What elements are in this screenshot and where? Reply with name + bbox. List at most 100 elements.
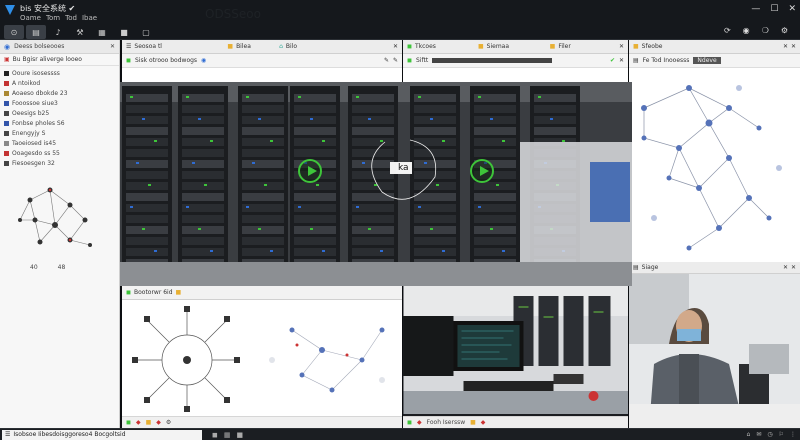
app-logo-icon [5, 5, 15, 15]
folder-icon: ■ [549, 43, 556, 50]
folder-icon: ■ [227, 43, 234, 50]
panel-title: Seosoa tl [134, 43, 162, 50]
status-search[interactable]: ☰ Isobsoe Iibesdoisggoreso4 Bocgoltsid [2, 429, 202, 440]
flag-icon[interactable]: ⚐ [779, 431, 784, 438]
maximize-icon[interactable]: ☐ [770, 4, 778, 14]
device-label: Taoeiosed is45 [12, 139, 57, 147]
panel-tab[interactable]: Siemaa [487, 43, 547, 50]
close-icon[interactable]: ✕ [110, 43, 115, 50]
device-list-item[interactable]: Ooure isosessss [4, 68, 115, 78]
minimize-icon[interactable]: — [751, 4, 760, 14]
camera-icon[interactable]: ◼ [212, 431, 218, 439]
device-status-icon [4, 130, 9, 136]
home-icon[interactable]: ⌂ [747, 431, 751, 438]
devices-sidebar: ◉ Deess bolseooes ✕ ▣ Bu Bgisr aliverge … [0, 40, 120, 428]
panel-title: Tkcoes [414, 43, 436, 50]
footer-value: 40 [30, 264, 38, 271]
panel-tab[interactable]: Ndeve [693, 57, 721, 64]
window-controls: — ☐ ✕ [751, 4, 796, 14]
device-list-item[interactable]: Ooagesdo ss 55 [4, 148, 115, 158]
camera-panel-5: ◼ ◆ Fooh Iserssw ■ ◆ [403, 286, 628, 428]
main-toolbar: ⊙ ▤ ♪ ⚒ ▦ ■ ▢ [0, 24, 156, 40]
window-icon[interactable]: ▢ [136, 25, 156, 39]
folder-icon[interactable]: ■ [146, 419, 152, 426]
camera-icon[interactable]: ◼ [407, 419, 412, 426]
folder-icon[interactable]: ■ [470, 419, 476, 426]
overlay-label: ka [396, 163, 411, 173]
panel-subheader: ◼ Siftt ✔ ✕ [403, 54, 628, 68]
alert-icon[interactable]: ◆ [417, 419, 422, 426]
alert-icon[interactable]: ◆ [156, 419, 161, 426]
folder-icon[interactable]: ■ [114, 25, 134, 39]
topology-panel: ■ Sfeobe ✕ ✕ ▤ Fe Tod Inooesss Ndeve [629, 40, 800, 262]
menu-item[interactable]: Tom [46, 14, 60, 22]
panel-tab[interactable]: Bilea [236, 43, 276, 50]
play-button[interactable] [298, 159, 322, 183]
mic-icon[interactable]: ♪ [48, 25, 68, 39]
close-icon[interactable]: ✕ [788, 4, 796, 14]
close-icon[interactable]: ✕ [791, 264, 796, 271]
grid-icon[interactable]: ▦ [92, 25, 112, 39]
menu-item[interactable]: Tod [65, 14, 77, 22]
alert-icon[interactable]: ◆ [481, 419, 486, 426]
settings-icon[interactable]: ⚙ [781, 26, 788, 35]
grid-icon[interactable]: ▦ [224, 431, 231, 439]
device-list-item[interactable]: A ntoikod [4, 78, 115, 88]
menu-item[interactable]: Ibae [82, 14, 97, 22]
pin-icon[interactable]: ✎ [393, 57, 398, 64]
status-right: ⌂ ✉ ◷ ⚐ ⋮ [747, 431, 796, 438]
device-list-item[interactable]: Taoeiosed is45 [4, 138, 115, 148]
mail-icon[interactable]: ✉ [756, 431, 761, 438]
operator-photo [629, 274, 800, 428]
panel-header: ☰ Seosoa tl ■ Bilea ⌂ Bilo ✕ [122, 40, 402, 54]
folder-icon: ■ [175, 289, 182, 296]
panel-header: ◼ Bootorwr 6id ■ [122, 286, 402, 300]
menu-bar: Oame Tom Tod Ibae [20, 14, 97, 22]
pin-icon[interactable]: ⊙ [4, 25, 24, 39]
device-list-item[interactable]: Aoaeso dbokde 23 [4, 88, 115, 98]
close-icon[interactable]: ✕ [783, 43, 788, 50]
panel-tab[interactable]: Bilo [286, 43, 297, 50]
play-button[interactable] [470, 159, 494, 183]
device-status-icon [4, 150, 9, 156]
device-status-icon [4, 120, 9, 126]
close-icon[interactable]: ✕ [783, 264, 788, 271]
home-icon: ⌂ [279, 43, 283, 50]
check-icon[interactable]: ✔ [610, 57, 615, 64]
close-icon[interactable]: ✕ [619, 43, 624, 50]
device-label: Fiesoesgen 32 [12, 159, 55, 167]
clock-icon[interactable]: ◷ [767, 431, 772, 438]
more-icon[interactable]: ⋮ [790, 431, 796, 438]
alert-icon[interactable]: ◆ [136, 419, 141, 426]
edit-icon[interactable]: ✎ [384, 57, 389, 64]
folder-icon: ■ [477, 43, 484, 50]
settings-icon[interactable]: ⚙ [166, 419, 171, 426]
menu-item[interactable]: Oame [20, 14, 41, 22]
redacted-text [432, 58, 553, 63]
refresh-icon[interactable]: ⟳ [724, 26, 731, 35]
record-icon[interactable]: ◉ [743, 26, 750, 35]
device-list-item[interactable]: Fiesoesgen 32 [4, 158, 115, 168]
device-list-item[interactable]: Oeesigs b25 [4, 108, 115, 118]
device-list-item[interactable]: Fooossoe siue3 [4, 98, 115, 108]
panel-header: ▤ Siage ✕ ✕ [629, 262, 800, 274]
app-title: bis 安全系统 ✔ [20, 4, 76, 13]
camera-icon[interactable]: ◼ [126, 419, 131, 426]
close-icon[interactable]: ✕ [791, 43, 796, 50]
list-icon: ☰ [126, 43, 132, 50]
device-label: Enengyjy S [12, 129, 46, 137]
device-status-icon [4, 80, 9, 86]
sidebar-search[interactable]: ▣ Bu Bgisr aliverge looeo [0, 54, 119, 66]
close-icon[interactable]: ✕ [393, 43, 398, 50]
device-list-item[interactable]: Fonbse pholes S6 [4, 118, 115, 128]
device-status-icon [4, 70, 9, 76]
sidebar-title: Deess bolseooes [14, 43, 65, 50]
camera-icon[interactable]: ❍ [762, 26, 769, 35]
device-label: Aoaeso dbokde 23 [12, 89, 68, 97]
device-list-item[interactable]: Enengyjy S [4, 128, 115, 138]
tools-icon[interactable]: ⚒ [70, 25, 90, 39]
panel-tab[interactable]: Filer [558, 43, 571, 50]
close-icon[interactable]: ✕ [619, 57, 624, 64]
folder-icon[interactable]: ■ [236, 431, 243, 439]
document-icon[interactable]: ▤ [26, 25, 46, 39]
